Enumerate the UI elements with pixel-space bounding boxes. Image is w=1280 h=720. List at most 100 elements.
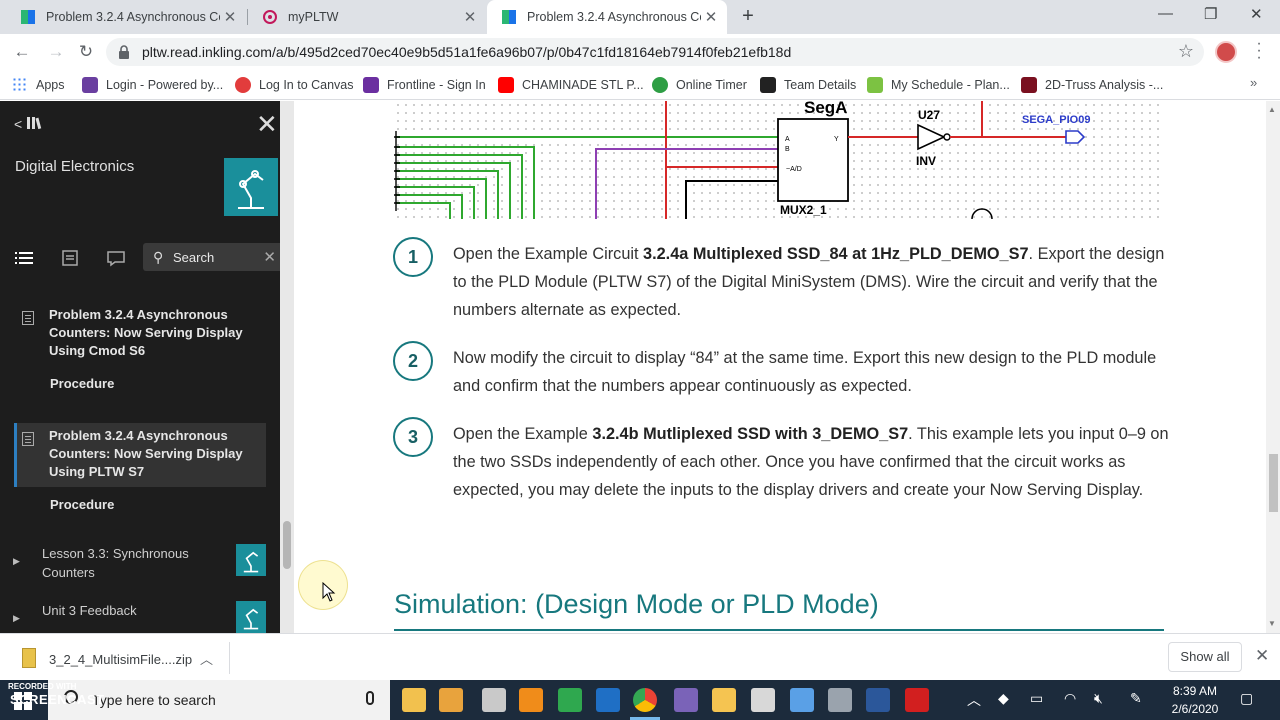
expand-caret-icon[interactable]: ▶	[13, 556, 20, 567]
svg-text:B: B	[785, 146, 790, 153]
more-bookmarks-icon[interactable]: »	[1250, 75, 1257, 90]
close-window-icon[interactable]: ✕	[1250, 5, 1263, 23]
acrobat-icon[interactable]	[905, 688, 929, 712]
divider	[229, 642, 230, 674]
bookmark-timer[interactable]: Online Timer	[652, 76, 747, 94]
toc-subitem-procedure[interactable]: Procedure	[50, 376, 114, 391]
bookmark-frontline[interactable]: Frontline - Sign In	[363, 76, 486, 94]
sidebar-search-field[interactable]: ⚲ Search ✕	[143, 243, 280, 271]
wifi-icon[interactable]: ◠	[1064, 690, 1076, 707]
toc-unit-3-feedback[interactable]: Unit 3 Feedback	[42, 601, 212, 620]
sidebar-scrollbar[interactable]	[280, 101, 294, 633]
circuit-diagram: A B ~A/D Y SegA MUX2_1 U27 INV SEGA_PIO0…	[394, 101, 1162, 219]
file-explorer-icon[interactable]	[402, 688, 426, 712]
download-item[interactable]: 3_2_4_MultisimFile....zip	[49, 652, 192, 667]
step-1-text: Open the Example Circuit 3.2.4a Multiple…	[453, 240, 1169, 324]
spreadsheet-app-icon[interactable]	[558, 688, 582, 712]
clock-date[interactable]: 2/6/2020	[1167, 702, 1223, 716]
battery-icon[interactable]: ▭	[1030, 690, 1043, 707]
bookmark-schedule[interactable]: My Schedule - Plan...	[867, 76, 1010, 94]
expand-caret-icon[interactable]: ▶	[13, 613, 20, 624]
multisim-icon[interactable]	[751, 688, 775, 712]
scroll-thumb[interactable]	[1269, 454, 1278, 512]
svg-text:~A/D: ~A/D	[786, 166, 802, 173]
robot-arm-icon	[236, 544, 266, 576]
tab-strip: Problem 3.2.4 Asynchronous Cou ✕ myPLTW …	[0, 0, 1280, 34]
bookmark-truss[interactable]: 2D-Truss Analysis -...	[1021, 76, 1163, 94]
bookmark-label: Team Details	[784, 78, 857, 92]
page-icon	[22, 432, 34, 446]
profile-avatar[interactable]	[1215, 41, 1237, 63]
bookmark-canvas[interactable]: Log In to Canvas	[235, 76, 354, 94]
app-window-icon[interactable]	[790, 688, 814, 712]
tab-problem-2[interactable]: Problem 3.2.4 Asynchronous Cou ✕	[487, 0, 727, 34]
volume-muted-icon[interactable]: 🔇︎	[1094, 690, 1103, 707]
close-tab-icon[interactable]: ✕	[460, 8, 480, 26]
login-icon	[82, 77, 98, 93]
scroll-up-icon[interactable]: ▲	[1268, 105, 1276, 114]
notes-icon[interactable]	[60, 248, 80, 268]
restore-icon[interactable]: ❐	[1204, 5, 1217, 23]
chrome-icon[interactable]	[633, 688, 657, 712]
calculator-icon[interactable]	[674, 688, 698, 712]
close-tab-icon[interactable]: ✕	[220, 8, 240, 26]
reload-icon[interactable]: ↻	[76, 42, 96, 62]
clear-search-icon[interactable]: ✕	[263, 248, 276, 266]
notifications-icon[interactable]: ▢	[1240, 690, 1253, 707]
schedule-icon	[867, 77, 883, 93]
scroll-thumb[interactable]	[283, 521, 291, 569]
toc-subitem-procedure[interactable]: Procedure	[50, 497, 114, 512]
download-bar: 3_2_4_MultisimFile....zip ︿ Show all ✕	[0, 633, 1280, 680]
tab-problem-1[interactable]: Problem 3.2.4 Asynchronous Cou ✕	[6, 0, 246, 34]
show-all-button[interactable]: Show all	[1168, 642, 1242, 672]
settings-gear-icon[interactable]	[482, 688, 506, 712]
new-tab-icon[interactable]: +	[737, 5, 759, 27]
scroll-down-icon[interactable]: ▼	[1268, 619, 1276, 628]
example-circuit-name: 3.2.4a Multiplexed SSD_84 at 1Hz_PLD_DEM…	[643, 245, 1029, 263]
minimize-icon[interactable]: —	[1158, 5, 1173, 22]
address-bar[interactable]: pltw.read.inkling.com/a/b/495d2ced70ec40…	[106, 38, 1204, 66]
team-icon	[760, 77, 776, 93]
bookmark-apps[interactable]: Apps	[12, 76, 65, 94]
bookmark-team[interactable]: Team Details	[760, 76, 856, 94]
word-icon[interactable]	[866, 688, 890, 712]
tab-mypltw[interactable]: myPLTW ✕	[248, 0, 486, 34]
canvas-icon	[235, 77, 251, 93]
robot-arm-icon	[224, 158, 278, 216]
media-player-icon[interactable]	[439, 688, 463, 712]
vlc-icon[interactable]	[519, 688, 543, 712]
lock-icon	[119, 45, 129, 59]
content-scrollbar[interactable]: ▲ ▼	[1266, 101, 1280, 633]
bookmark-login[interactable]: Login - Powered by...	[82, 76, 223, 94]
pen-icon[interactable]: ✎	[1130, 690, 1142, 707]
step-2-text: Now modify the circuit to display “84” a…	[453, 344, 1169, 400]
back-arrow-icon[interactable]: ←	[12, 42, 32, 62]
menu-icon[interactable]: · · ·	[1254, 36, 1264, 66]
zip-file-icon	[22, 648, 36, 668]
show-hidden-icons[interactable]: ︿	[967, 690, 981, 710]
folder-icon[interactable]	[712, 688, 736, 712]
book-title: Digital Electronics	[15, 158, 135, 175]
toc-item-problem-cmod[interactable]: Problem 3.2.4 Asynchronous Counters: Now…	[49, 306, 249, 360]
toc-item-problem-pltw[interactable]: Problem 3.2.4 Asynchronous Counters: Now…	[49, 427, 249, 481]
truss-icon	[1021, 77, 1037, 93]
forward-arrow-icon[interactable]: →	[46, 42, 66, 62]
bookmark-chaminade[interactable]: CHAMINADE STL P...	[498, 76, 644, 94]
microphone-icon[interactable]	[366, 691, 374, 705]
clock-time[interactable]: 8:39 AM	[1170, 684, 1220, 698]
close-sidebar-icon[interactable]: ✕	[256, 111, 278, 137]
list-icon[interactable]	[14, 248, 34, 268]
close-tab-icon[interactable]: ✕	[701, 8, 721, 26]
bookmark-label: Login - Powered by...	[106, 78, 224, 92]
close-download-bar-icon[interactable]: ✕	[1255, 646, 1269, 666]
chevron-up-icon[interactable]: ︿	[200, 649, 213, 668]
keyboard-app-icon[interactable]	[828, 688, 852, 712]
library-back-button[interactable]: <	[14, 116, 44, 132]
comments-icon[interactable]	[106, 248, 126, 268]
step-number-1: 1	[393, 237, 433, 277]
bookmark-star-icon[interactable]: ☆	[1178, 41, 1194, 62]
dropbox-icon[interactable]: ◆	[998, 690, 1009, 707]
outlook-icon[interactable]	[596, 688, 620, 712]
taskbar-search-placeholder: Type here to search	[92, 692, 216, 708]
toc-lesson-3-3[interactable]: Lesson 3.3: Synchronous Counters	[42, 544, 212, 582]
